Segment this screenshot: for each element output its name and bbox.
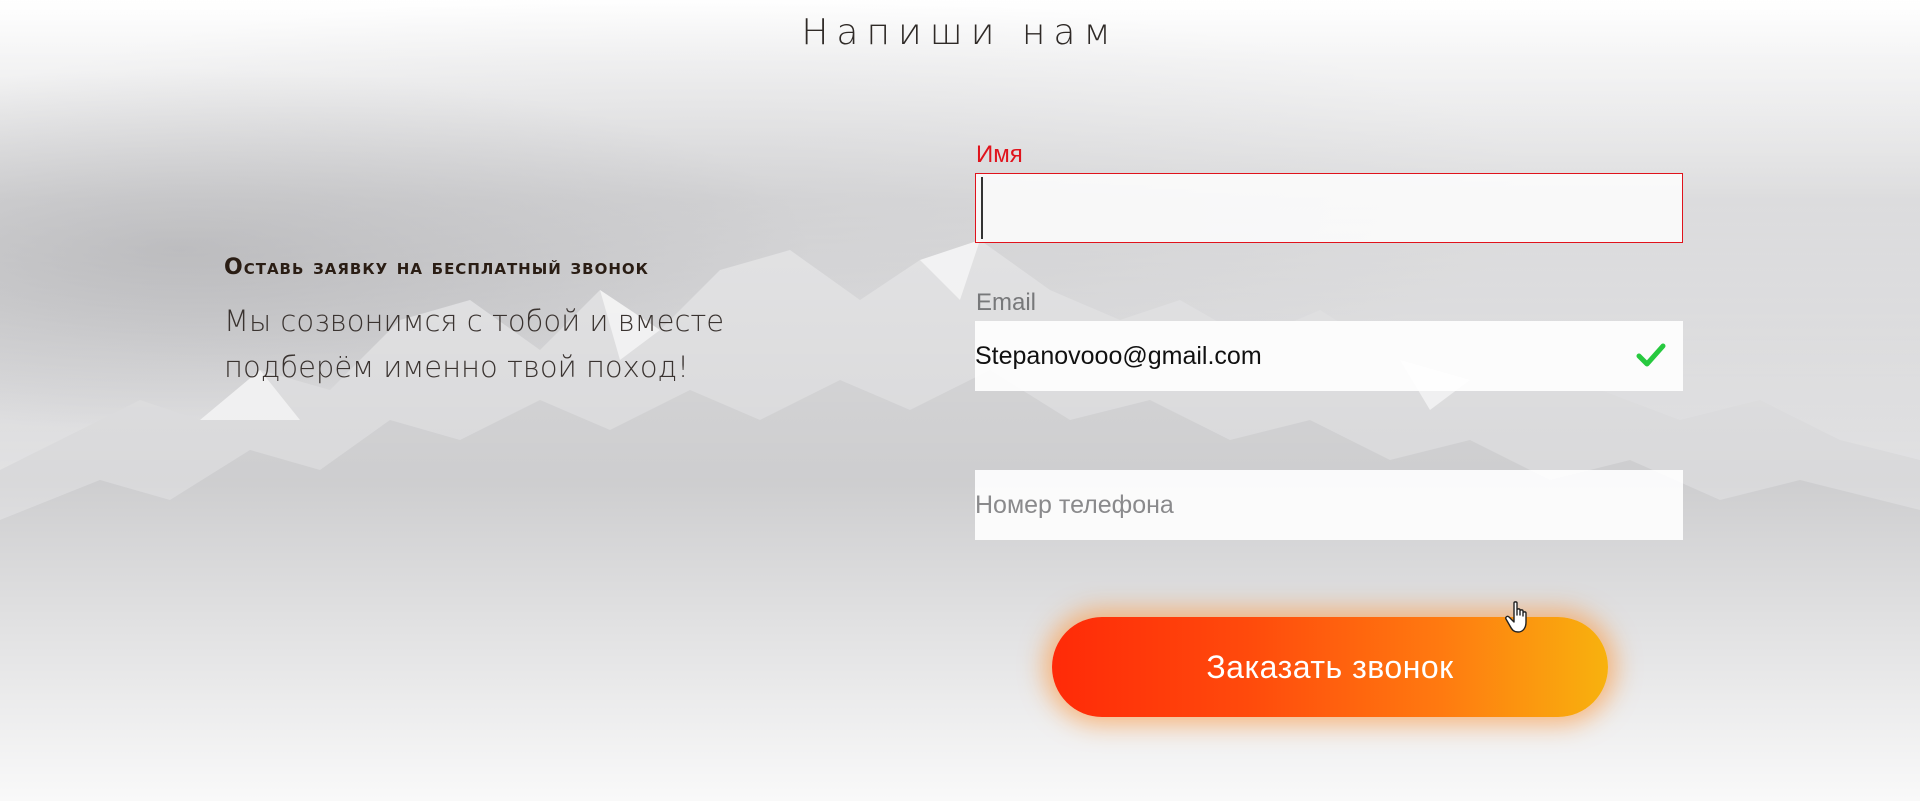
name-input[interactable] xyxy=(975,173,1683,243)
email-label: Email xyxy=(976,289,1037,316)
intro-text-line2: подберём именно твой поход! xyxy=(224,350,689,384)
phone-input[interactable]: Номер телефона xyxy=(975,470,1683,540)
email-input-value: Stepanovooo@gmail.com xyxy=(975,341,1262,370)
phone-input-placeholder: Номер телефона xyxy=(975,490,1174,519)
intro-text-line1: Мы созвонимся с тобой и вместе xyxy=(224,304,725,338)
intro-text: Мы созвонимся с тобой и вместе подберём … xyxy=(224,298,784,390)
request-call-button-label: Заказать звонок xyxy=(1206,648,1454,685)
check-icon xyxy=(1636,343,1666,367)
email-input[interactable]: Stepanovooo@gmail.com xyxy=(975,321,1683,391)
page-title: Напиши нам xyxy=(801,12,1119,53)
mountain-background xyxy=(0,0,1920,801)
intro-heading: Оставь заявку на бесплатный звонок xyxy=(224,255,649,280)
hand-cursor-icon xyxy=(1505,601,1527,633)
name-label: Имя xyxy=(976,141,1023,168)
text-caret xyxy=(981,177,983,239)
intro-block: Оставь заявку на бесплатный звонок Мы со… xyxy=(224,255,784,390)
